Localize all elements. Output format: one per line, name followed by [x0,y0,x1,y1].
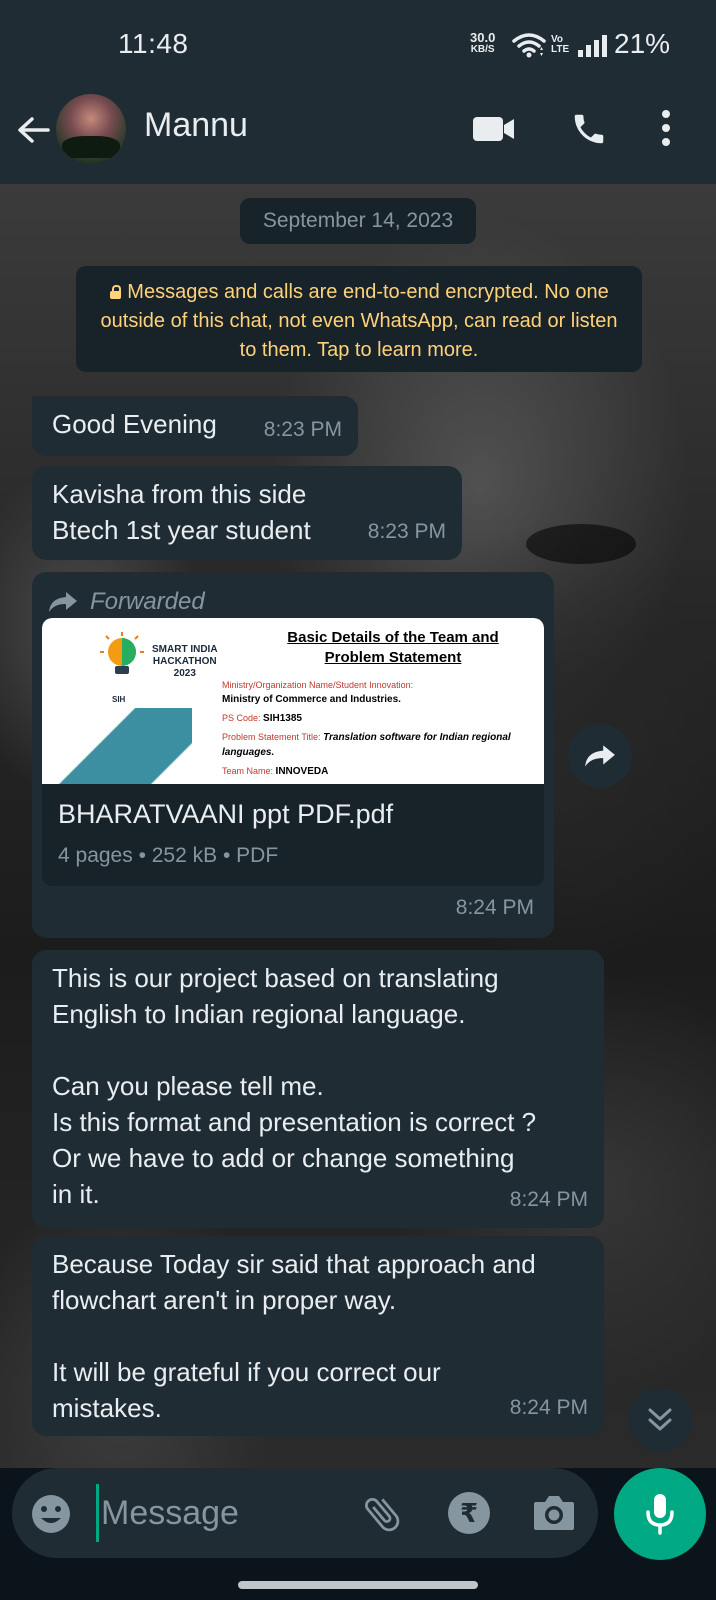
battery-level: 21% [614,28,671,59]
message-time: 8:24 PM [509,1188,588,1211]
message-text: This is our project based on translating… [52,963,537,1209]
sih-text: SMART INDIA HACKATHON 2023 [152,644,218,679]
message-time: 8:23 PM [367,520,446,543]
preview-label: Team Name: [222,766,274,776]
forward-icon [49,592,77,612]
lock-icon [109,285,122,299]
preview-label: Ministry/Organization Name/Student Innov… [222,680,414,690]
document-preview[interactable]: SIH SMART INDIA HACKATHON 2023 Basic Det… [42,618,544,784]
preview-value: INNOVEDA [275,766,329,777]
date-chip: September 14, 2023 [240,198,476,244]
preview-decoration [42,708,192,784]
signal-icon [578,35,607,57]
status-time: 11:48 [118,28,189,59]
preview-value: SIH1385 [263,713,302,724]
preview-label: Problem Statement Title: [222,732,321,742]
preview-value: Ministry of Commerce and Industries. [222,694,401,705]
message-text: Because Today sir said that approach and… [52,1249,536,1423]
message-bubble-document[interactable]: Forwarded SIH SMART INDIA HACKATHON 2023… [32,572,554,938]
message-bubble[interactable]: Because Today sir said that approach and… [32,1236,604,1436]
document-card[interactable]: SIH SMART INDIA HACKATHON 2023 Basic Det… [42,618,544,886]
voice-message-button[interactable] [614,1468,706,1560]
preview-title: Basic Details of the Team and Problem St… [287,629,499,666]
wifi-icon [512,33,546,58]
video-call-icon[interactable] [472,114,516,144]
network-speed: 30.0 KB/S [470,30,496,56]
status-bar: 11:48 30.0 KB/S Vo LTE 21% [0,0,716,92]
preview-label: PS Code: [222,713,261,723]
sih-badge: SIH [112,695,126,704]
back-arrow-icon[interactable] [14,110,54,150]
mic-icon [646,1494,674,1535]
forward-icon [585,745,615,767]
gesture-handle[interactable] [238,1581,478,1589]
rupee-icon[interactable]: ₹ [448,1492,490,1534]
message-bubble[interactable]: Good Evening 8:23 PM [32,396,358,456]
network-speed-unit: KB/S [470,44,495,55]
forward-button[interactable] [568,724,632,788]
encryption-notice-text: Messages and calls are end-to-end encryp… [100,281,618,361]
emoji-icon[interactable] [30,1493,72,1535]
scroll-to-bottom-button[interactable] [628,1388,692,1452]
paperclip-icon[interactable] [360,1492,404,1536]
phone-icon[interactable] [570,110,608,148]
encryption-notice[interactable]: Messages and calls are end-to-end encryp… [76,266,642,372]
more-vert-icon[interactable] [660,108,672,148]
contact-avatar[interactable] [56,94,126,164]
message-input[interactable] [96,1484,346,1542]
document-name: BHARATVAANI ppt PDF.pdf [58,799,394,829]
forwarded-label: Forwarded [42,582,544,622]
chevron-double-down-icon [648,1408,672,1431]
message-time: 8:24 PM [455,896,534,919]
chat-header: Mannu [0,92,716,184]
camera-icon[interactable] [532,1492,576,1534]
forwarded-text: Forwarded [90,588,205,615]
message-composer: ₹ [12,1468,598,1558]
sih-logo [100,632,144,674]
preview-details: Ministry/Organization Name/Student Innov… [222,678,522,779]
message-bubble[interactable]: Kavisha from this side Btech 1st year st… [32,466,462,560]
volte-bottom: LTE [551,44,570,55]
volte-icon: Vo LTE [551,35,569,55]
contact-name[interactable]: Mannu [144,106,248,145]
message-bubble[interactable]: This is our project based on translating… [32,950,604,1228]
message-time: 8:24 PM [509,1396,588,1419]
message-time: 8:23 PM [263,418,342,441]
document-meta: 4 pages • 252 kB • PDF [58,844,279,867]
network-speed-value: 30.0 [470,30,496,45]
